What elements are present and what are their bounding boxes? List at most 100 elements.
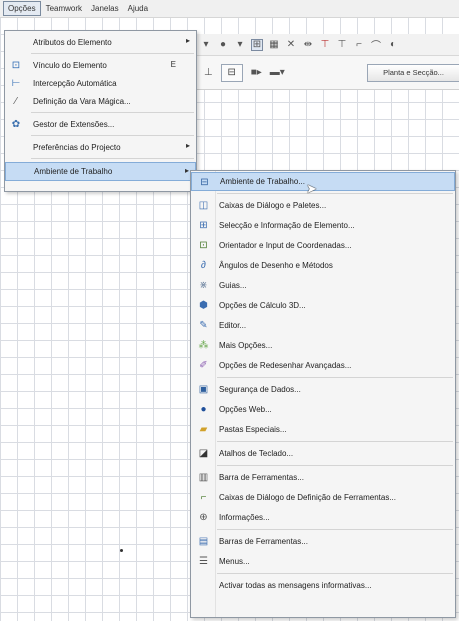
menu-item-label: Informações...	[219, 513, 270, 522]
submenu-item-calculo-3d[interactable]: ⬢ Opções de Cálculo 3D...	[191, 296, 455, 315]
editor-icon: ✎	[199, 320, 208, 331]
data-safety-icon: ▣	[198, 384, 209, 395]
shape-icon[interactable]: ◐	[387, 39, 399, 51]
menu-ajuda[interactable]: Ajuda	[124, 2, 152, 15]
toolbox-icon: ▥	[198, 472, 209, 483]
submenu-item-orientador[interactable]: ⊡ Orientador e Input de Coordenadas...	[191, 236, 455, 255]
menu-item-extensoes[interactable]: ✿ Gestor de Extensões...	[5, 115, 196, 133]
menu-item-label: Caixas de Diálogo de Definição de Ferram…	[219, 493, 396, 502]
3d-calculation-icon: ⬢	[199, 300, 208, 311]
submenu-item-seleccao[interactable]: ⊞ Selecção e Informação de Elemento...	[191, 216, 455, 235]
work-environment-icon: ⊟	[200, 177, 209, 188]
hammer-icon[interactable]: ⊤	[319, 39, 331, 51]
grid-icon[interactable]: ▦	[268, 39, 280, 51]
menu-item-label: Ambiente de Trabalho	[34, 167, 113, 176]
submenu-item-angulos[interactable]: ∂ Ângulos de Desenho e Métodos	[191, 256, 455, 275]
submenu-item-caixas-dialogo[interactable]: ◫ Caixas de Diálogo e Paletes...	[191, 196, 455, 215]
submenu-item-activar-mensagens[interactable]: Activar todas as mensagens informativas.…	[191, 576, 455, 595]
tool-settings-icon: ⌐	[200, 492, 207, 503]
menu-item-label: Orientador e Input de Coordenadas...	[219, 241, 352, 250]
menu-item-label: Activar todas as mensagens informativas.…	[219, 581, 372, 590]
dropdown-arrow-icon[interactable]: ▾	[234, 39, 246, 51]
submenu-item-web[interactable]: ● Opções Web...	[191, 400, 455, 419]
menu-item-label: Preferências do Projecto	[33, 142, 121, 152]
menu-separator	[217, 465, 453, 466]
menu-item-label: Editor...	[219, 321, 247, 330]
options-menu: Atributos do Elemento ▸ ⊡ Vínculo do Ele…	[4, 30, 197, 192]
shortcut-label: E	[170, 60, 176, 69]
menu-item-vara-magica[interactable]: ⁄ Definição da Vara Mágica...	[5, 92, 196, 110]
mouse-cursor-icon: ➤	[306, 181, 317, 196]
layer-icon[interactable]: ▬▾	[270, 67, 285, 78]
menu-item-ambiente[interactable]: Ambiente de Trabalho ▸	[5, 162, 196, 181]
keyboard-shortcuts-icon: ◪	[198, 448, 209, 459]
gear-icon: ✿	[11, 118, 21, 130]
menus-icon: ☰	[199, 556, 208, 567]
menu-teamwork[interactable]: Teamwork	[42, 2, 86, 15]
submenu-item-informacoes[interactable]: ⊕ Informações...	[191, 508, 455, 527]
menu-item-intercepcao[interactable]: ⊢ Intercepção Automática	[5, 74, 196, 92]
menu-janelas[interactable]: Janelas	[87, 2, 123, 15]
menu-item-label: Definição da Vara Mágica...	[33, 96, 131, 106]
submenu-arrow-icon: ▸	[185, 36, 190, 45]
floor-view-icon[interactable]: ⊟	[220, 63, 243, 82]
toolbar: ▾ ● ▾ ⊞ ▦ ✕ ⇹ ⊤ ⊤ ⌐ ⌒ ◐	[196, 34, 459, 56]
menu-item-label: Mais Opções...	[219, 341, 273, 350]
info-box-icon: ⊕	[199, 512, 208, 523]
menu-item-label: Guias...	[219, 281, 247, 290]
menu-item-preferencias[interactable]: Preferências do Projecto ▸	[5, 138, 196, 156]
submenu-item-seguranca[interactable]: ▣ Segurança de Dados...	[191, 380, 455, 399]
menu-item-label: Atalhos de Teclado...	[219, 449, 294, 458]
view-toolbar: ⊥ ⊟ ■▸ ▬▾ Planta e Secção...	[196, 56, 459, 90]
menu-item-atributos[interactable]: Atributos do Elemento ▸	[5, 33, 196, 51]
offset-icon[interactable]: ⇹	[302, 39, 314, 51]
submenu-item-barras-ferramentas[interactable]: ▤ Barras de Ferramentas...	[191, 532, 455, 551]
submenu-item-mais-opcoes[interactable]: ⁂ Mais Opções...	[191, 336, 455, 355]
magic-wand-icon: ⁄	[15, 95, 17, 107]
submenu-arrow-icon: ▸	[185, 141, 190, 150]
submenu-item-atalhos[interactable]: ◪ Atalhos de Teclado...	[191, 444, 455, 463]
camera-icon[interactable]: ■▸	[251, 67, 262, 78]
selection-icon: ⊞	[199, 220, 208, 231]
corner-icon[interactable]: ⌐	[353, 39, 365, 51]
menu-item-label: Ambiente de Trabalho...	[220, 177, 305, 186]
submenu-item-guias[interactable]: ⋇ Guias...	[191, 276, 455, 295]
arc-icon[interactable]: ⌒	[370, 39, 382, 52]
pointer-tool-icon[interactable]: ●	[217, 39, 229, 51]
toolbars-icon: ▤	[198, 536, 209, 547]
dialog-boxes-icon: ◫	[198, 200, 209, 211]
menu-item-label: Barra de Ferramentas...	[219, 473, 304, 482]
menu-item-label: Ângulos de Desenho e Métodos	[219, 261, 333, 270]
menu-item-label: Menus...	[219, 557, 250, 566]
redraw-icon: ✐	[199, 360, 208, 371]
submenu-item-redesenhar[interactable]: ✐ Opções de Redesenhar Avançadas...	[191, 356, 455, 375]
menu-separator	[31, 53, 194, 54]
select-tool-icon[interactable]: ⊞	[251, 38, 263, 51]
submenu-item-definicao-ferramentas[interactable]: ⌐ Caixas de Diálogo de Definição de Ferr…	[191, 488, 455, 507]
menu-opcoes[interactable]: Opções	[3, 1, 41, 16]
intersection-icon: ⊢	[11, 77, 21, 89]
menu-item-label: Atributos do Elemento	[33, 37, 112, 47]
menu-item-label: Opções Web...	[219, 405, 272, 414]
angle-icon: ∂	[201, 260, 206, 271]
submenu-item-menus[interactable]: ☰ Menus...	[191, 552, 455, 571]
menu-item-vinculo[interactable]: ⊡ Vínculo do Elemento E	[5, 56, 196, 74]
guides-icon: ⋇	[199, 280, 208, 291]
wall-icon[interactable]: ⊥	[204, 67, 213, 78]
submenu-item-barra-ferramentas[interactable]: ▥ Barra de Ferramentas...	[191, 468, 455, 487]
menu-item-label: Opções de Redesenhar Avançadas...	[219, 361, 352, 370]
menu-bar: Opções Teamwork Janelas Ajuda	[0, 0, 459, 18]
close-icon[interactable]: ✕	[285, 39, 297, 51]
work-environment-submenu: ⊟ Ambiente de Trabalho... ◫ Caixas de Di…	[190, 170, 456, 618]
menu-item-label: Segurança de Dados...	[219, 385, 301, 394]
submenu-item-ambiente[interactable]: ⊟ Ambiente de Trabalho...	[191, 172, 455, 191]
submenu-item-pastas[interactable]: ▰ Pastas Especiais...	[191, 420, 455, 439]
menu-separator	[217, 529, 453, 530]
menu-separator	[217, 377, 453, 378]
dropdown-arrow-icon[interactable]: ▾	[200, 39, 212, 51]
origin-marker	[120, 549, 123, 552]
submenu-item-editor[interactable]: ✎ Editor...	[191, 316, 455, 335]
menu-item-label: Vínculo do Elemento	[33, 60, 107, 70]
planta-seccao-button[interactable]: Planta e Secção...	[367, 63, 459, 82]
trim-icon[interactable]: ⊤	[336, 39, 348, 51]
